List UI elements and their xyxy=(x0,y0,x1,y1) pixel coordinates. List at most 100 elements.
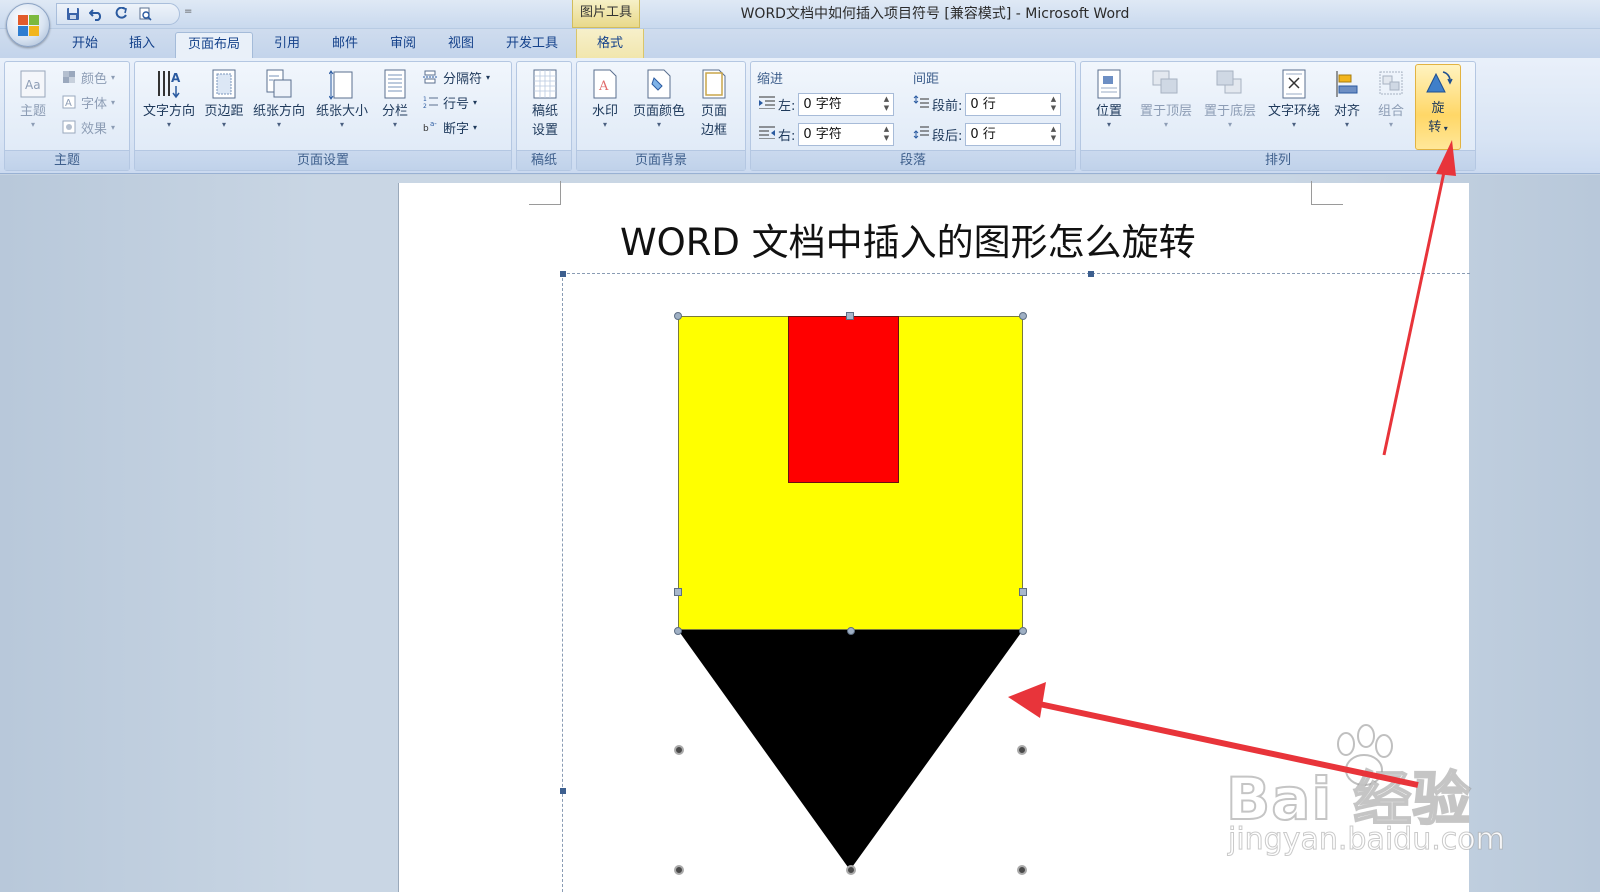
tab-home[interactable]: 开始 xyxy=(60,32,110,58)
print-preview-icon[interactable] xyxy=(137,6,153,22)
svg-text:A: A xyxy=(65,98,72,109)
canvas-handle[interactable] xyxy=(560,271,566,277)
selection-handle[interactable] xyxy=(674,312,682,320)
tab-mailings[interactable]: 邮件 xyxy=(320,32,370,58)
theme-effects-button[interactable]: 效果 ▾ xyxy=(61,116,115,138)
align-button[interactable]: 对齐 ▾ xyxy=(1327,68,1367,129)
tab-page-layout[interactable]: 页面布局 xyxy=(175,32,253,58)
tab-insert[interactable]: 插入 xyxy=(117,32,167,58)
chevron-down-icon: ▾ xyxy=(602,120,607,129)
chevron-down-icon: ▾ xyxy=(30,120,35,129)
selection-handle[interactable] xyxy=(1019,312,1027,320)
customize-qat-icon[interactable]: = xyxy=(184,6,192,17)
indent-left-icon xyxy=(759,95,775,113)
svg-text:2: 2 xyxy=(423,103,427,109)
group-label-page-setup: 页面设置 xyxy=(135,150,511,170)
line-numbers-button[interactable]: 12 行号 ▾ xyxy=(423,91,477,113)
office-button[interactable] xyxy=(6,3,50,47)
space-before-row: 段前: 0 行 ▲ ▼ xyxy=(913,92,1062,116)
selection-handle[interactable] xyxy=(846,312,854,320)
watermark-button[interactable]: A 水印 ▾ xyxy=(583,68,627,129)
selection-handle[interactable] xyxy=(674,865,684,875)
selection-handle[interactable] xyxy=(674,627,682,635)
paper-size-button[interactable]: 纸张大小 ▾ xyxy=(311,68,373,129)
title-bar: = 图片工具 WORD文档中如何插入项目符号 [兼容模式] - Microsof… xyxy=(0,0,1600,29)
page-borders-button[interactable]: 页面 边框 xyxy=(691,68,737,140)
space-before-input[interactable]: 0 行 ▲ ▼ xyxy=(965,92,1062,116)
rotate-icon xyxy=(1423,65,1453,97)
orientation-icon xyxy=(264,68,294,100)
columns-button[interactable]: 分栏 ▾ xyxy=(375,68,415,129)
chevron-down-icon: ▾ xyxy=(166,120,171,129)
hyphenation-icon: b a- xyxy=(423,119,439,135)
margins-button[interactable]: 页边距 ▾ xyxy=(201,68,247,129)
undo-icon[interactable] xyxy=(89,6,105,22)
breaks-button[interactable]: 分隔符 ▾ xyxy=(423,66,490,88)
selection-handle[interactable] xyxy=(1017,865,1027,875)
send-to-back-button[interactable]: 置于底层 ▾ xyxy=(1199,68,1261,129)
group-label-paragraph: 段落 xyxy=(751,150,1075,170)
tab-review[interactable]: 审阅 xyxy=(378,32,428,58)
black-triangle-shape[interactable] xyxy=(678,630,1023,870)
selection-handle[interactable] xyxy=(1017,745,1027,755)
svg-text:Aa: Aa xyxy=(25,78,41,92)
rotate-button[interactable]: 旋 转 ▾ xyxy=(1415,64,1461,150)
indent-right-input[interactable]: 0 字符 ▲ ▼ xyxy=(798,122,895,146)
spinner-arrows-icon[interactable]: ▲ ▼ xyxy=(1048,125,1058,144)
tab-developer[interactable]: 开发工具 xyxy=(496,32,568,58)
manuscript-settings-button[interactable]: 稿纸 设置 xyxy=(523,68,567,140)
selection-handle[interactable] xyxy=(674,745,684,755)
theme-fonts-button[interactable]: A 字体 ▾ xyxy=(61,91,115,113)
spinner-arrows-icon[interactable]: ▲ ▼ xyxy=(881,125,891,144)
tab-references[interactable]: 引用 xyxy=(262,32,312,58)
indent-title: 缩进 xyxy=(757,72,784,87)
document-heading[interactable]: WORD 文档中插入的图形怎么旋转 xyxy=(620,212,1196,266)
page-color-button[interactable]: 页面颜色 ▾ xyxy=(629,68,689,129)
indent-right-icon xyxy=(759,125,775,143)
chevron-down-icon: ▾ xyxy=(1163,120,1168,129)
chevron-down-icon: ▾ xyxy=(1441,124,1448,133)
position-button[interactable]: 位置 ▾ xyxy=(1085,68,1133,129)
text-direction-button[interactable]: A 文字方向 ▾ xyxy=(139,68,199,129)
selection-handle[interactable] xyxy=(1019,627,1027,635)
themes-button[interactable]: Aa 主题 ▾ xyxy=(13,68,53,129)
quick-access-toolbar xyxy=(56,3,180,25)
space-after-input[interactable]: 0 行 ▲ ▼ xyxy=(965,122,1062,146)
canvas-handle[interactable] xyxy=(560,788,566,794)
bring-to-front-button[interactable]: 置于顶层 ▾ xyxy=(1135,68,1197,129)
spinner-arrows-icon[interactable]: ▲ ▼ xyxy=(881,95,891,114)
red-rectangle-shape[interactable] xyxy=(788,316,899,483)
margins-icon xyxy=(209,68,239,100)
group-objects-icon xyxy=(1376,68,1406,100)
tab-format[interactable]: 格式 xyxy=(576,29,644,58)
save-icon[interactable] xyxy=(65,6,81,22)
redo-icon[interactable] xyxy=(113,6,129,22)
watermark-icon: A xyxy=(590,68,620,100)
window-title: WORD文档中如何插入项目符号 [兼容模式] - Microsoft Word xyxy=(740,6,1130,22)
group-objects-button[interactable]: 组合 ▾ xyxy=(1371,68,1411,129)
indent-left-input[interactable]: 0 字符 ▲ ▼ xyxy=(798,92,895,116)
selection-handle[interactable] xyxy=(846,865,856,875)
page-color-icon xyxy=(644,68,674,100)
page-borders-icon xyxy=(699,68,729,100)
space-after-row: 段后: 0 行 ▲ ▼ xyxy=(913,122,1062,146)
orientation-button[interactable]: 纸张方向 ▾ xyxy=(249,68,309,129)
margin-corner-mark xyxy=(1311,181,1343,205)
group-page-background: A 水印 ▾ 页面颜色 ▾ 页面 边框 页面背景 xyxy=(576,61,746,171)
hyphenation-button[interactable]: b a- 断字 ▾ xyxy=(423,116,477,138)
selection-handle[interactable] xyxy=(674,588,682,596)
theme-colors-button[interactable]: 颜色 ▾ xyxy=(61,66,115,88)
tab-view[interactable]: 视图 xyxy=(436,32,486,58)
text-wrapping-button[interactable]: 文字环绕 ▾ xyxy=(1263,68,1325,129)
selection-handle[interactable] xyxy=(1019,588,1027,596)
themes-icon: Aa xyxy=(18,68,48,100)
indent-right-row: 右: 0 字符 ▲ ▼ xyxy=(759,122,895,146)
chevron-down-icon: ▾ xyxy=(1106,120,1111,129)
picture-tools-label: 图片工具 xyxy=(572,0,640,28)
canvas-handle[interactable] xyxy=(1088,271,1094,277)
spacing-title: 间距 xyxy=(913,72,940,87)
palette-icon xyxy=(61,69,77,85)
chevron-down-icon: ▾ xyxy=(392,120,397,129)
selection-handle[interactable] xyxy=(847,627,855,635)
spinner-arrows-icon[interactable]: ▲ ▼ xyxy=(1048,95,1058,114)
